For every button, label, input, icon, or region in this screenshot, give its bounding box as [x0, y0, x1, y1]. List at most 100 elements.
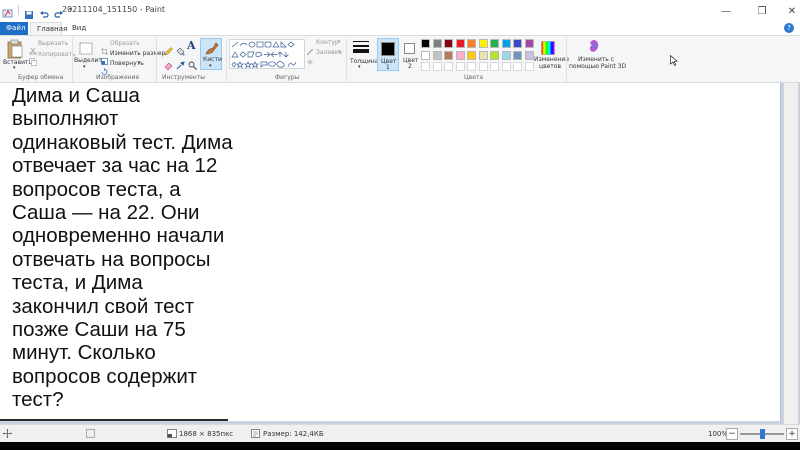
shapes-gallery-icons: [231, 41, 297, 69]
copy-icon: [29, 51, 37, 66]
paste-icon[interactable]: [6, 39, 24, 59]
custom-color-slot[interactable]: [478, 62, 488, 71]
selection-size-icon: [86, 429, 95, 438]
color-swatch[interactable]: [421, 39, 430, 48]
mouse-cursor-icon: [670, 51, 678, 66]
undo-icon[interactable]: [39, 5, 49, 18]
thickness-icon[interactable]: [352, 39, 370, 55]
edit-colors-label-line2: цветов: [539, 63, 562, 70]
edit-colors-icon[interactable]: [541, 40, 555, 55]
tab-file[interactable]: Файл: [0, 22, 28, 35]
color1-button[interactable]: Цвет 1: [377, 38, 399, 71]
copy-button[interactable]: Копировать: [38, 51, 75, 58]
custom-color-slot[interactable]: [513, 62, 522, 71]
zoom-in-button[interactable]: +: [786, 428, 798, 440]
rotate-dropdown-icon[interactable]: ▾: [138, 60, 141, 66]
paint-app-icon[interactable]: [2, 4, 13, 18]
paint3d-label-line2: помощью Paint 3D: [569, 63, 627, 70]
help-icon[interactable]: ?: [784, 23, 794, 33]
group-separator: [226, 38, 227, 82]
group-separator: [156, 38, 157, 82]
color-swatch[interactable]: [524, 50, 534, 60]
color-palette: [421, 39, 539, 73]
color-swatch[interactable]: [444, 39, 453, 48]
outline-dropdown-icon[interactable]: ▾: [338, 39, 341, 45]
paint3d-icon[interactable]: [586, 39, 600, 54]
file-size: Размер: 142,4КБ: [263, 430, 324, 438]
resize-icon: [101, 50, 108, 65]
color-swatch[interactable]: [455, 39, 465, 48]
tab-home[interactable]: Главная: [30, 22, 67, 35]
color-swatch[interactable]: [432, 39, 442, 48]
custom-color-slot[interactable]: [455, 62, 465, 71]
custom-color-slot[interactable]: [444, 62, 453, 71]
color-swatch[interactable]: [478, 39, 488, 48]
color-swatch[interactable]: [421, 50, 430, 60]
color1-swatch: [381, 42, 395, 56]
vertical-scrollbar[interactable]: [784, 83, 798, 424]
custom-color-slot[interactable]: [524, 62, 534, 71]
color-swatch[interactable]: [490, 50, 499, 60]
color-swatch[interactable]: [478, 50, 488, 60]
color-picker-icon[interactable]: [176, 55, 185, 70]
color-swatch[interactable]: [513, 39, 522, 48]
edit-colors-label[interactable]: Изменение: [534, 56, 569, 63]
thickness-dropdown-icon[interactable]: ▾: [358, 64, 361, 70]
color-swatch[interactable]: [444, 50, 453, 60]
fill-dropdown-icon[interactable]: ▾: [338, 49, 341, 55]
color-swatch[interactable]: [432, 50, 442, 60]
colors-group-label: Цвета: [464, 74, 484, 81]
text-tool-icon[interactable]: A: [187, 39, 196, 52]
image-dimensions: 1868 × 835пкс: [179, 430, 234, 438]
pencil-icon[interactable]: [164, 41, 173, 56]
magnifier-icon[interactable]: [188, 55, 197, 70]
custom-color-slot[interactable]: [467, 62, 476, 71]
color-swatch[interactable]: [513, 50, 522, 60]
paste-button[interactable]: Вставить: [3, 59, 32, 66]
color-swatch[interactable]: [524, 39, 534, 48]
color-swatch[interactable]: [501, 39, 511, 48]
file-size-icon: [251, 429, 260, 438]
fill-icon: [307, 50, 313, 65]
minimize-button[interactable]: —: [711, 2, 741, 20]
color-swatch[interactable]: [467, 50, 476, 60]
paste-dropdown-icon[interactable]: ▾: [13, 65, 16, 71]
fill-bucket-icon[interactable]: [176, 41, 185, 56]
zoom-slider-thumb[interactable]: [759, 429, 765, 439]
crop-button[interactable]: Обрезать: [110, 40, 140, 47]
ribbon: Вставить ▾ Вырезать Копировать Буфер обм…: [0, 35, 800, 83]
custom-color-slot[interactable]: [421, 62, 430, 71]
shapes-gallery[interactable]: [229, 39, 305, 69]
resize-button[interactable]: Изменить размер: [110, 50, 165, 57]
save-icon[interactable]: [24, 5, 34, 19]
color-swatch[interactable]: [467, 39, 476, 48]
custom-color-slot[interactable]: [490, 62, 499, 71]
custom-color-slot[interactable]: [432, 62, 442, 71]
color-swatch[interactable]: [490, 39, 499, 48]
ribbon-tabs: Файл Главная Вид ?: [0, 22, 800, 35]
rotate-icon: [101, 60, 108, 75]
color2-button[interactable]: Цвет 2: [400, 38, 420, 71]
title-bar: ▾ 20211104_151150 - Paint — ❐ ✕: [0, 0, 800, 22]
color2-swatch: [404, 43, 415, 54]
outline-button[interactable]: Контур: [316, 39, 339, 46]
select-icon[interactable]: [79, 40, 93, 55]
drawing-canvas[interactable]: Дима и Саша выполняют одинаковый тест. Д…: [0, 83, 781, 421]
paint3d-button[interactable]: Изменить с: [578, 56, 614, 63]
close-button[interactable]: ✕: [777, 2, 800, 20]
cut-button[interactable]: Вырезать: [38, 40, 68, 47]
custom-color-slot[interactable]: [501, 62, 511, 71]
select-dropdown-icon[interactable]: ▾: [83, 64, 86, 70]
color-swatch[interactable]: [501, 50, 511, 60]
eraser-icon[interactable]: [164, 55, 173, 71]
zoom-out-button[interactable]: −: [726, 428, 738, 440]
brushes-button[interactable]: Кисти ▾: [200, 38, 222, 70]
window-title: 20211104_151150 - Paint: [62, 5, 166, 14]
maximize-button[interactable]: ❐: [747, 2, 777, 20]
color-swatch[interactable]: [455, 50, 465, 60]
thickness-button[interactable]: Толщина: [350, 58, 378, 65]
tab-view[interactable]: Вид: [66, 22, 92, 35]
crop-icon: [101, 40, 108, 55]
bottom-strip: [0, 442, 800, 450]
status-bar: 1868 × 835пкс Размер: 142,4КБ 100% − +: [0, 424, 800, 442]
